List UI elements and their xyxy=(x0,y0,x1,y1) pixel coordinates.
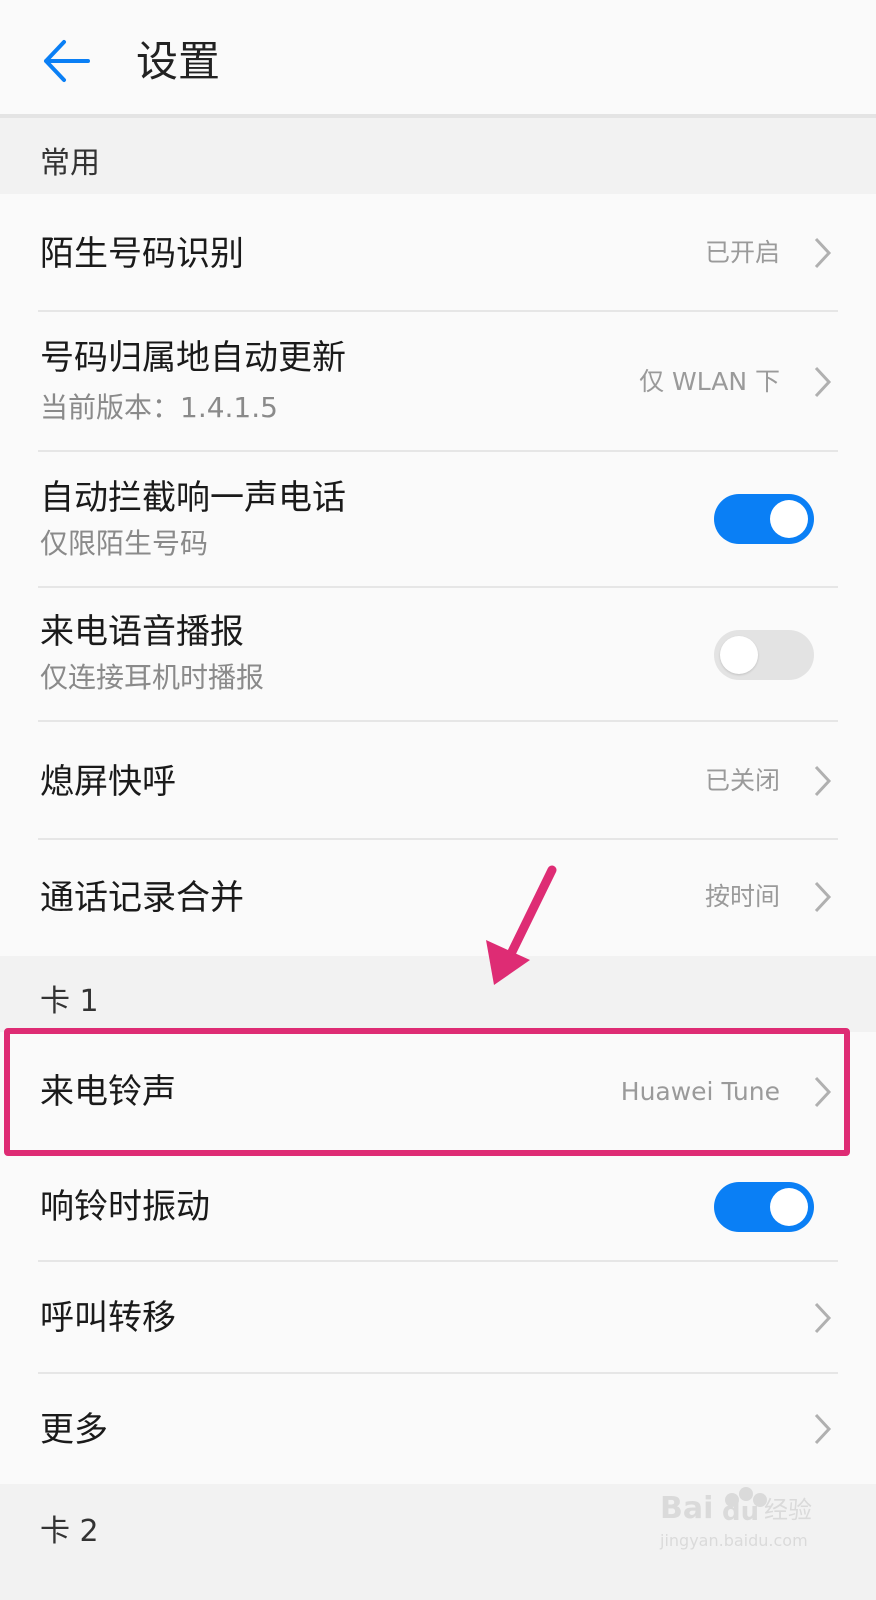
item-value: 已关闭 xyxy=(704,766,780,795)
list-item-location-auto-update[interactable]: 号码归属地自动更新 当前版本：1.4.1.5 仅 WLAN 下 xyxy=(0,312,876,452)
chevron-right-icon xyxy=(814,366,832,398)
section-label: 卡 2 xyxy=(40,1514,99,1549)
toggle-knob xyxy=(720,636,758,674)
item-title: 更多 xyxy=(40,1410,108,1450)
list-item-more[interactable]: 更多 xyxy=(0,1374,876,1484)
item-value: 已开启 xyxy=(704,238,780,267)
toggle-knob xyxy=(770,500,808,538)
toggle-switch-on[interactable] xyxy=(714,494,814,544)
item-subtitle: 仅连接耳机时播报 xyxy=(40,661,265,694)
chevron-right-icon xyxy=(814,1076,832,1108)
item-title: 来电语音播报 xyxy=(40,612,244,652)
settings-list-sim1: 来电铃声 Huawei Tune 响铃时振动 呼叫转移 更多 xyxy=(0,1032,876,1484)
svg-text:Bai: Bai xyxy=(660,1491,713,1526)
settings-list-common: 陌生号码识别 已开启 号码归属地自动更新 当前版本：1.4.1.5 仅 WLAN… xyxy=(0,194,876,956)
svg-text:经验: 经验 xyxy=(764,1496,812,1524)
toggle-switch-on[interactable] xyxy=(714,1182,814,1232)
section-header-common: 常用 xyxy=(0,118,876,194)
list-item-vibrate-on-ring: 响铃时振动 xyxy=(0,1152,876,1262)
list-item-block-one-ring-calls: 自动拦截响一声电话 仅限陌生号码 xyxy=(0,452,876,588)
chevron-right-icon xyxy=(814,237,832,269)
list-item-call-forwarding[interactable]: 呼叫转移 xyxy=(0,1262,876,1374)
toggle-switch-off[interactable] xyxy=(714,630,814,680)
item-title: 熄屏快呼 xyxy=(40,762,176,802)
item-value: 仅 WLAN 下 xyxy=(639,367,780,396)
chevron-right-icon xyxy=(814,881,832,913)
chevron-right-icon xyxy=(814,1302,832,1334)
list-item-screen-off-quick-call[interactable]: 熄屏快呼 已关闭 xyxy=(0,722,876,840)
svg-text:jingyan.baidu.com: jingyan.baidu.com xyxy=(659,1531,808,1550)
chevron-right-icon xyxy=(814,1413,832,1445)
list-item-unknown-number-id[interactable]: 陌生号码识别 已开启 xyxy=(0,194,876,312)
item-value: Huawei Tune xyxy=(620,1077,780,1106)
app-header: 设置 xyxy=(0,0,876,118)
chevron-right-icon xyxy=(814,765,832,797)
item-title: 自动拦截响一声电话 xyxy=(40,478,346,518)
list-item-ringtone[interactable]: 来电铃声 Huawei Tune xyxy=(0,1032,876,1152)
toggle-knob xyxy=(770,1188,808,1226)
item-value: 按时间 xyxy=(704,882,780,911)
item-title: 通话记录合并 xyxy=(40,878,244,918)
svg-text:du: du xyxy=(722,1497,759,1527)
item-subtitle: 当前版本：1.4.1.5 xyxy=(40,391,278,424)
item-subtitle: 仅限陌生号码 xyxy=(40,527,209,560)
section-label: 卡 1 xyxy=(40,984,99,1019)
arrow-left-icon[interactable] xyxy=(40,36,92,86)
item-title: 来电铃声 xyxy=(40,1072,176,1112)
item-title: 陌生号码识别 xyxy=(40,234,244,274)
section-label: 常用 xyxy=(40,146,100,181)
list-item-caller-announcement: 来电语音播报 仅连接耳机时播报 xyxy=(0,588,876,722)
list-item-merge-call-log[interactable]: 通话记录合并 按时间 xyxy=(0,840,876,956)
item-title: 呼叫转移 xyxy=(40,1298,176,1338)
item-title: 号码归属地自动更新 xyxy=(40,338,346,378)
baidu-jingyan-logo: Bai du 经验 jingyan.baidu.com xyxy=(659,1487,812,1550)
item-title: 响铃时振动 xyxy=(40,1187,210,1227)
section-header-sim1: 卡 1 xyxy=(0,956,876,1032)
page-title: 设置 xyxy=(136,37,221,86)
